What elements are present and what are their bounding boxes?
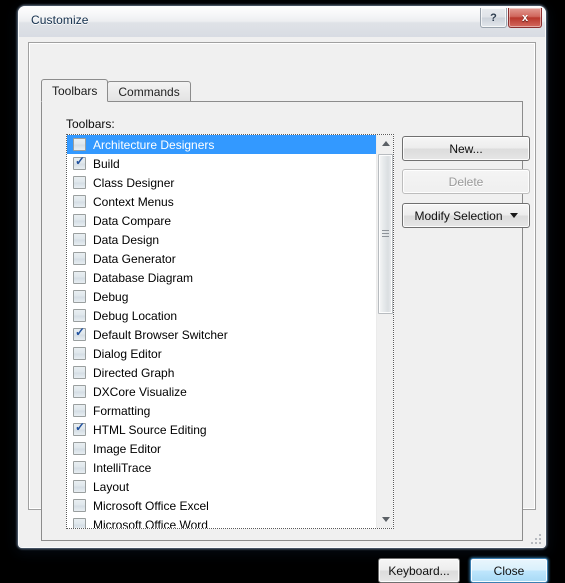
checkbox-icon[interactable]	[73, 214, 86, 227]
title-bar-sheen	[19, 7, 545, 22]
list-item[interactable]: Database Diagram	[67, 268, 376, 287]
chevron-down-icon	[509, 213, 518, 218]
triangle-up-icon	[381, 141, 390, 146]
list-item[interactable]: DXCore Visualize	[67, 382, 376, 401]
window-title: Customize	[31, 13, 89, 27]
list-item-label: Data Compare	[93, 213, 172, 228]
list-item-label: Image Editor	[93, 441, 162, 456]
list-item-label: HTML Source Editing	[93, 422, 207, 437]
list-item[interactable]: Dialog Editor	[67, 344, 376, 363]
list-item-label: Debug	[93, 289, 129, 304]
list-item[interactable]: Data Generator	[67, 249, 376, 268]
scroll-up-arrow-icon[interactable]	[377, 135, 393, 152]
checkbox-icon[interactable]	[73, 271, 86, 284]
list-item-label: DXCore Visualize	[93, 384, 187, 399]
tab-toolbars[interactable]: Toolbars	[41, 79, 109, 102]
list-item-label: Default Browser Switcher	[93, 327, 228, 342]
toolbars-listbox[interactable]: Architecture Designers ✓ Build Class Design…	[66, 134, 394, 529]
scroll-down-arrow-icon[interactable]	[377, 511, 393, 528]
list-item[interactable]: ✓ Build	[67, 154, 376, 173]
list-item[interactable]: Class Designer	[67, 173, 376, 192]
list-item[interactable]: Image Editor	[67, 439, 376, 458]
scrollbar-thumb[interactable]	[378, 154, 393, 314]
list-item[interactable]: Data Compare	[67, 211, 376, 230]
list-item[interactable]: Microsoft Office Excel	[67, 496, 376, 515]
list-item[interactable]: Layout	[67, 477, 376, 496]
checkbox-icon[interactable]	[73, 195, 86, 208]
list-item-label: Debug Location	[93, 308, 178, 323]
modify-selection-label: Modify Selection	[414, 208, 503, 223]
tab-strip: Toolbars Commands	[41, 79, 191, 102]
list-item-label: Context Menus	[93, 194, 174, 209]
list-item-label: Architecture Designers	[93, 137, 215, 152]
checkmark-icon: ✓	[75, 325, 86, 339]
dialog-client-area: Toolbars Commands Toolbars: Architecture…	[19, 37, 548, 583]
checkbox-icon[interactable]: ✓	[73, 154, 86, 170]
list-item-label: Microsoft Office Excel	[93, 498, 209, 513]
checkbox-icon[interactable]	[73, 499, 86, 512]
list-item-label: IntelliTrace	[93, 460, 152, 475]
list-item[interactable]: ✓ HTML Source Editing	[67, 420, 376, 439]
toolbars-list-label: Toolbars:	[66, 117, 115, 131]
checkbox-icon[interactable]	[73, 385, 86, 398]
list-item[interactable]: Context Menus	[67, 192, 376, 211]
checkbox-icon[interactable]	[73, 518, 86, 528]
checkbox-icon[interactable]	[73, 442, 86, 455]
list-item[interactable]: Debug	[67, 287, 376, 306]
close-window-button[interactable]: x	[508, 8, 542, 28]
list-item[interactable]: ✓ Default Browser Switcher	[67, 325, 376, 344]
help-icon-button[interactable]: ?	[480, 8, 507, 28]
list-item-label: Directed Graph	[93, 365, 175, 380]
customize-dialog-window: Customize ? x Toolbars Commands Toolbars…	[18, 6, 548, 583]
checkbox-icon[interactable]	[73, 309, 86, 322]
list-item-label: Class Designer	[93, 175, 175, 190]
checkbox-icon[interactable]	[73, 176, 86, 189]
list-item-label: Formatting	[93, 403, 151, 418]
list-item[interactable]: Data Design	[67, 230, 376, 249]
checkbox-icon[interactable]	[73, 252, 86, 265]
checkbox-icon[interactable]	[73, 366, 86, 379]
keyboard-button[interactable]: Keyboard...	[378, 558, 460, 583]
list-item[interactable]: Debug Location	[67, 306, 376, 325]
triangle-down-icon	[381, 517, 390, 522]
toolbars-list-scrollbar[interactable]	[376, 135, 393, 528]
tab-commands[interactable]: Commands	[107, 81, 191, 102]
list-item-label: Build	[93, 156, 120, 171]
title-bar[interactable]: Customize ? x	[19, 7, 545, 37]
resize-grip-icon[interactable]	[529, 532, 541, 544]
checkmark-icon: ✓	[75, 154, 86, 168]
checkbox-icon[interactable]	[73, 347, 86, 360]
checkbox-icon[interactable]	[73, 138, 86, 151]
new-toolbar-button[interactable]: New...	[402, 136, 530, 161]
checkbox-icon[interactable]: ✓	[73, 420, 86, 436]
scrollbar-grip-icon	[382, 230, 389, 238]
list-item[interactable]: Architecture Designers	[67, 135, 376, 154]
checkbox-icon[interactable]	[73, 233, 86, 246]
checkbox-icon[interactable]	[73, 290, 86, 303]
list-item-label: Data Generator	[93, 251, 176, 266]
list-item-label: Microsoft Office Word	[93, 517, 208, 529]
list-item-label: Data Design	[93, 232, 160, 247]
checkbox-icon[interactable]: ✓	[73, 325, 86, 341]
close-dialog-button[interactable]: Close	[470, 558, 548, 583]
checkbox-icon[interactable]	[73, 404, 86, 417]
list-item[interactable]: Microsoft Office Word	[67, 515, 376, 528]
checkmark-icon: ✓	[75, 420, 86, 434]
checkbox-icon[interactable]	[73, 461, 86, 474]
list-item-label: Dialog Editor	[93, 346, 162, 361]
list-item-label: Layout	[93, 479, 130, 494]
list-item[interactable]: Directed Graph	[67, 363, 376, 382]
modify-selection-button[interactable]: Modify Selection	[402, 203, 530, 228]
list-item[interactable]: IntelliTrace	[67, 458, 376, 477]
list-item-label: Database Diagram	[93, 270, 194, 285]
checkbox-icon[interactable]	[73, 480, 86, 493]
delete-toolbar-button: Delete	[402, 169, 530, 194]
list-item[interactable]: Formatting	[67, 401, 376, 420]
toolbars-list-items: Architecture Designers ✓ Build Class Design…	[67, 135, 376, 528]
